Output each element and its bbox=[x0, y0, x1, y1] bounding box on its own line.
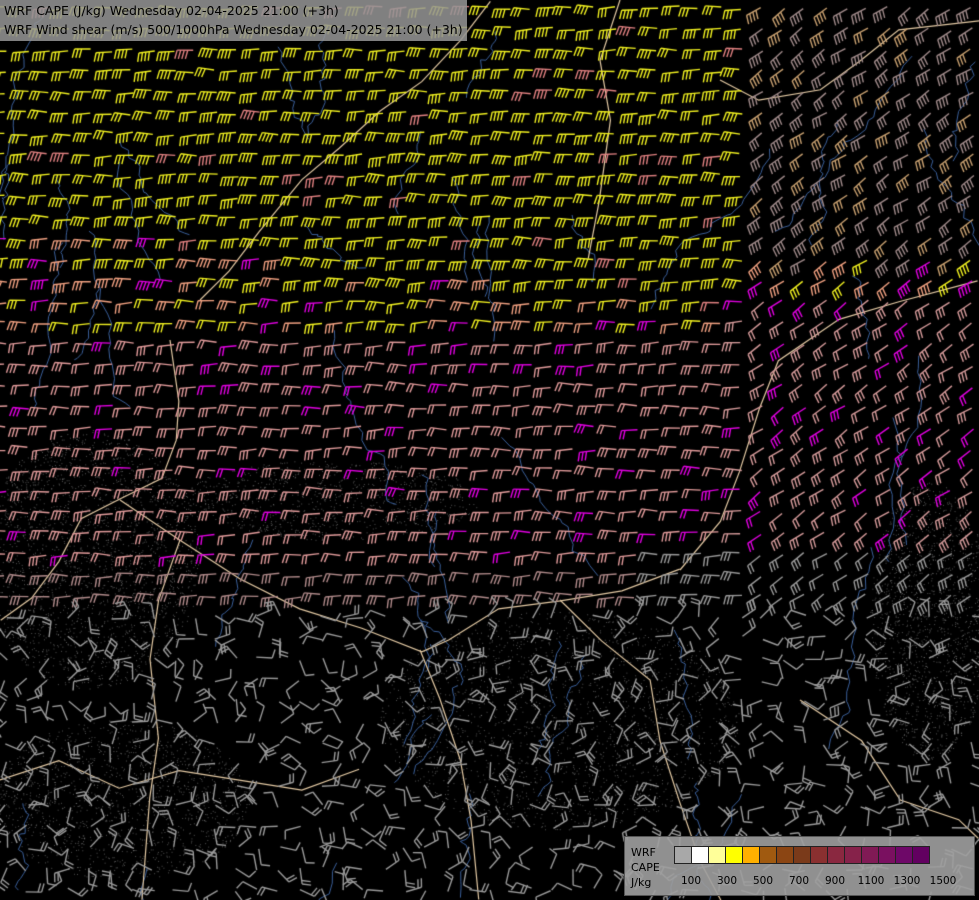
legend-tick-label: 500 bbox=[752, 875, 774, 887]
legend-swatch bbox=[776, 846, 794, 864]
legend-label-model: WRF bbox=[631, 846, 656, 859]
weather-map bbox=[0, 0, 979, 900]
legend-swatch bbox=[895, 846, 913, 864]
legend-swatch bbox=[878, 846, 896, 864]
legend-tick-label: 300 bbox=[716, 875, 738, 887]
title-cape: WRF CAPE (J/kg) Wednesday 02-04-2025 21:… bbox=[4, 3, 339, 18]
legend-swatch bbox=[827, 846, 845, 864]
legend-swatch bbox=[742, 846, 760, 864]
legend-swatch bbox=[793, 846, 811, 864]
legend-swatch bbox=[725, 846, 743, 864]
title-wind-shear: WRF Wind shear (m/s) 500/1000hPa Wednesd… bbox=[4, 22, 463, 37]
legend-swatch bbox=[844, 846, 862, 864]
legend-tick-label: 900 bbox=[824, 875, 846, 887]
legend-swatch bbox=[861, 846, 879, 864]
legend-tick-label: 1100 bbox=[857, 875, 885, 887]
legend-swatch bbox=[691, 846, 709, 864]
legend-swatch bbox=[759, 846, 777, 864]
legend-label-variable: CAPE bbox=[631, 861, 660, 874]
legend-tick-label: 100 bbox=[680, 875, 702, 887]
legend-tick-label: 1300 bbox=[893, 875, 921, 887]
legend-tick-label: 700 bbox=[788, 875, 810, 887]
cape-legend: WRF CAPE J/kg 100 300 500 700 900 1100 1300 150… bbox=[624, 836, 975, 896]
map-title: WRF CAPE (J/kg) Wednesday 02-04-2025 21:… bbox=[0, 0, 467, 41]
legend-swatch bbox=[810, 846, 828, 864]
legend-tick-label: 1500 bbox=[929, 875, 957, 887]
legend-color-scale bbox=[674, 846, 930, 864]
legend-label-unit: J/kg bbox=[631, 876, 652, 889]
legend-swatch bbox=[912, 846, 930, 864]
legend-swatch bbox=[674, 846, 692, 864]
legend-swatch bbox=[708, 846, 726, 864]
